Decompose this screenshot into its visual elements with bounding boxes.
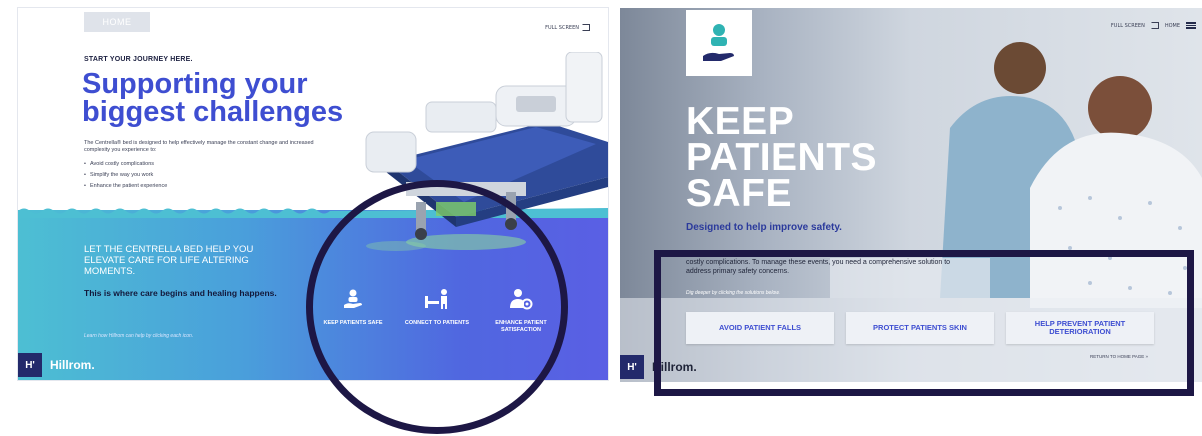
page-headline: Supporting your biggest challenges [82,68,344,128]
composite-screenshot: HOME FULL SCREEN START YOUR JOURNEY HERE… [0,0,1202,436]
expand-icon[interactable] [1150,22,1159,29]
page-subtitle: Designed to help improve safety. [686,222,842,233]
logo-text: Hillrom. [50,358,95,372]
page-title: KEEP PATIENTS SAFE [686,100,878,215]
section-badge [686,10,752,76]
full-screen-label: FULL SCREEN [545,24,579,31]
benefit-list: Avoid costly complications Simplify the … [84,159,167,192]
eyebrow-text: START YOUR JOURNEY HERE. [84,56,193,63]
hillrom-mark-icon: H' [620,355,644,379]
top-nav: FULL SCREEN HOME [1111,22,1196,29]
cta-text: LET THE CENTRELLA BED HELP YOU ELEVATE C… [84,244,254,277]
hillrom-logo[interactable]: H' Hillrom. [18,350,95,380]
full-screen-toggle[interactable]: FULL SCREEN [545,24,590,31]
learn-hint: Learn how Hillrom can help by clicking e… [84,333,194,339]
menu-icon[interactable] [1186,22,1196,29]
intro-text: The Centrella® bed is designed to help e… [84,140,314,153]
expand-icon [582,24,590,31]
full-screen-label[interactable]: FULL SCREEN [1111,23,1145,29]
hillrom-mark-icon: H' [18,353,42,377]
list-item: Avoid costly complications [84,159,167,170]
home-tab[interactable]: HOME [84,12,150,32]
annotation-rectangle [654,250,1194,396]
list-item: Enhance the patient experience [84,181,167,192]
tagline: This is where care begins and healing ha… [84,288,277,298]
home-link[interactable]: HOME [1165,23,1180,29]
hand-holding-person-icon [703,24,734,61]
annotation-circle [306,180,568,434]
list-item: Simplify the way you work [84,170,167,181]
